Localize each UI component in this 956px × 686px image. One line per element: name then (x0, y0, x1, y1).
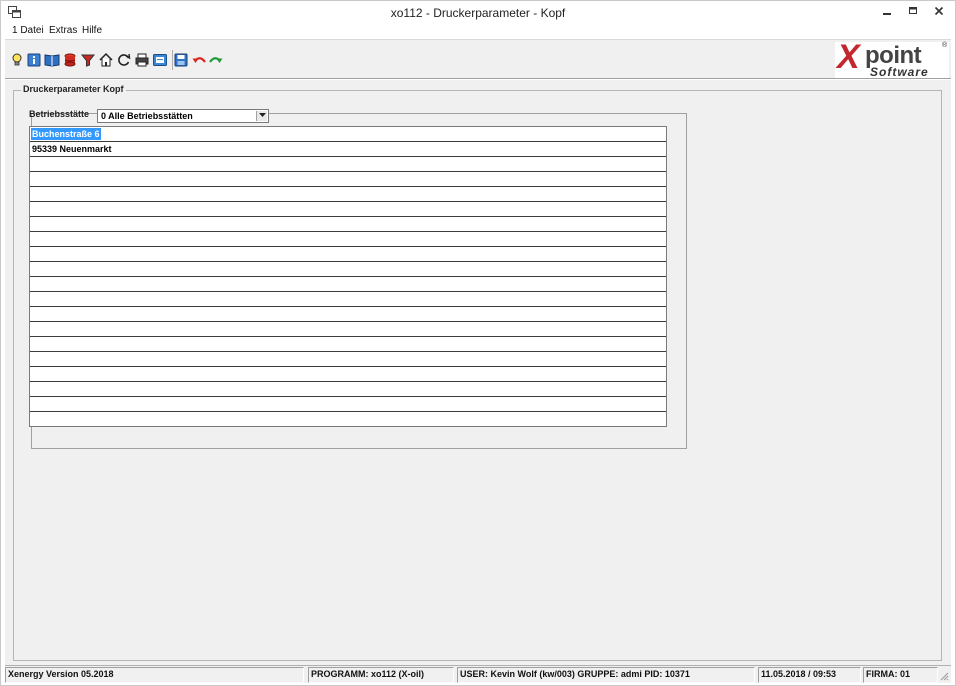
row-text-cell[interactable] (31, 353, 33, 365)
title-bar: xo112 - Druckerparameter - Kopf (2, 2, 954, 23)
combo-value: 0 Alle Betriebsstätten (101, 111, 193, 121)
table-row[interactable] (30, 352, 666, 367)
status-user: USER: Kevin Wolf (kw/003) GRUPPE: admi P… (457, 667, 755, 683)
row-text-cell[interactable] (31, 308, 33, 320)
refresh-icon[interactable] (116, 52, 132, 68)
table-row[interactable] (30, 262, 666, 277)
close-button[interactable] (926, 2, 952, 20)
row-text-cell[interactable] (31, 203, 33, 215)
group-title: Druckerparameter Kopf (21, 84, 126, 94)
address-grid[interactable]: Buchenstraße 6 95339 Neuenmarkt (29, 126, 667, 427)
minimize-icon (883, 13, 891, 15)
status-bar: Xenergy Version 05.2018 PROGRAMM: xo112 … (5, 665, 951, 683)
undo-icon[interactable] (191, 52, 207, 68)
table-row[interactable] (30, 397, 666, 412)
resize-grip-icon[interactable] (939, 671, 949, 681)
table-row[interactable] (30, 382, 666, 397)
table-row[interactable] (30, 232, 666, 247)
menu-datei[interactable]: 1 Datei (12, 25, 44, 36)
menu-bar: 1 Datei Extras Hilfe (2, 23, 954, 39)
client-area: Druckerparameter Kopf Betriebsstätte 0 A… (5, 80, 951, 665)
toolbar: X point Software ® (5, 38, 951, 79)
screen-icon[interactable] (152, 52, 168, 68)
maximize-icon (909, 7, 917, 14)
table-row[interactable]: Buchenstraße 6 (30, 127, 666, 142)
window-title: xo112 - Druckerparameter - Kopf (390, 6, 566, 20)
filter-icon[interactable] (80, 52, 96, 68)
logo-registered: ® (942, 42, 948, 49)
table-row[interactable] (30, 307, 666, 322)
table-row[interactable] (30, 322, 666, 337)
printer-icon[interactable] (134, 52, 150, 68)
menu-extras[interactable]: Extras (49, 25, 77, 36)
logo-x: X (837, 38, 860, 76)
row-text-cell[interactable] (31, 233, 33, 245)
close-icon (934, 6, 944, 16)
xpoint-software-logo: X point Software ® (835, 38, 949, 79)
save-icon[interactable] (173, 52, 189, 68)
table-row[interactable] (30, 247, 666, 262)
logo-software: Software (870, 65, 929, 79)
betriebsstaette-combo[interactable]: 0 Alle Betriebsstätten (97, 109, 269, 123)
row-text-cell[interactable] (31, 158, 33, 170)
row-text-cell[interactable] (31, 368, 33, 380)
row-text-cell[interactable]: Buchenstraße 6 (31, 128, 101, 140)
home-icon[interactable] (98, 52, 114, 68)
status-program: PROGRAMM: xo112 (X-oil) (308, 667, 454, 683)
table-row[interactable]: 95339 Neuenmarkt (30, 142, 666, 157)
row-text-cell[interactable] (31, 338, 33, 350)
open-book-icon[interactable] (44, 52, 60, 68)
table-row[interactable] (30, 187, 666, 202)
row-text-cell[interactable] (31, 173, 33, 185)
row-text-cell[interactable] (31, 248, 33, 260)
row-text-cell[interactable]: 95339 Neuenmarkt (31, 143, 113, 155)
minimize-button[interactable] (874, 2, 900, 20)
row-text-cell[interactable] (31, 188, 33, 200)
row-text-cell[interactable] (31, 218, 33, 230)
row-text-cell[interactable] (31, 278, 33, 290)
row-text-cell[interactable] (31, 398, 33, 410)
status-version: Xenergy Version 05.2018 (5, 667, 304, 683)
betriebsstaette-label: Betriebsstätte (29, 109, 90, 119)
status-datetime: 11.05.2018 / 09:53 (758, 667, 861, 683)
status-firma: FIRMA: 01 (863, 667, 938, 683)
row-text-cell[interactable] (31, 293, 33, 305)
row-text-cell[interactable] (31, 263, 33, 275)
table-row[interactable] (30, 412, 666, 427)
redo-icon[interactable] (208, 52, 224, 68)
table-row[interactable] (30, 292, 666, 307)
table-row[interactable] (30, 202, 666, 217)
table-row[interactable] (30, 367, 666, 382)
row-text-cell[interactable] (31, 323, 33, 335)
maximize-button[interactable] (900, 2, 926, 20)
table-row[interactable] (30, 337, 666, 352)
row-text-cell[interactable] (31, 383, 33, 395)
table-row[interactable] (30, 217, 666, 232)
menu-hilfe[interactable]: Hilfe (82, 25, 102, 36)
table-row[interactable] (30, 157, 666, 172)
database-icon[interactable] (62, 52, 78, 68)
table-row[interactable] (30, 277, 666, 292)
chevron-down-icon[interactable] (256, 111, 267, 121)
row-text-cell[interactable] (31, 413, 33, 425)
application-window: xo112 - Druckerparameter - Kopf 1 Datei … (0, 0, 956, 686)
table-row[interactable] (30, 172, 666, 187)
info-book-icon[interactable] (26, 52, 42, 68)
lightbulb-icon[interactable] (9, 52, 25, 68)
